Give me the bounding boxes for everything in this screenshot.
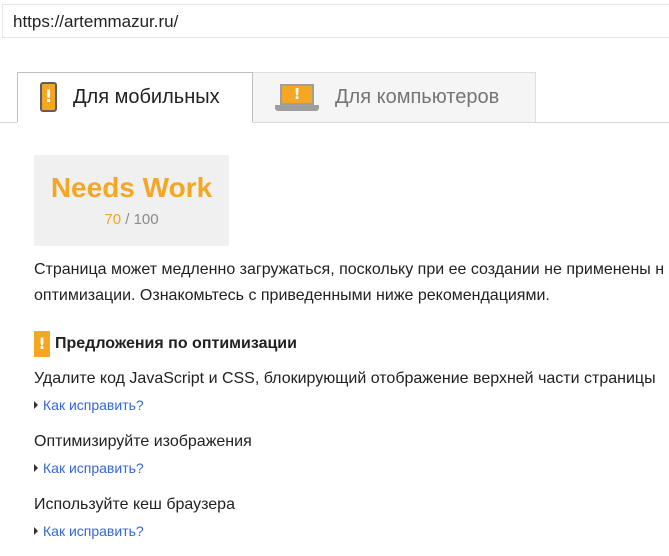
tab-mobile-label: Для мобильных [73,85,220,108]
score-card: Needs Work 70 / 100 [34,155,229,246]
suggestion-title: Используйте кеш браузера [34,496,235,513]
laptop-warning-icon: ! [275,83,319,112]
device-tabs: Для мобильных ! Для компьютеров [0,72,669,123]
how-to-fix-link[interactable]: Как исправить? [34,523,144,539]
how-to-fix-label: Как исправить? [43,523,144,539]
summary-line-2: оптимизации. Ознакомьтесь с приведенными… [34,287,550,304]
expand-triangle-icon [34,527,38,535]
score-max: / 100 [125,211,159,228]
score-value: 70 [104,211,122,228]
tab-desktop-label: Для компьютеров [335,86,500,108]
expand-triangle-icon [34,464,38,472]
tab-mobile[interactable]: Для мобильных [17,72,253,123]
how-to-fix-link[interactable]: Как исправить? [34,460,144,476]
summary-text: Страница может медленно загружаться, пос… [34,257,669,309]
how-to-fix-label: Как исправить? [43,397,144,413]
phone-warning-icon [40,82,57,112]
suggestion-title: Оптимизируйте изображения [34,433,252,450]
url-text: https://artemmazur.ru/ [13,12,179,31]
score-numbers: 70 / 100 [34,211,229,228]
tab-desktop[interactable]: ! Для компьютеров [253,72,536,123]
how-to-fix-link[interactable]: Как исправить? [34,397,144,413]
section-header: ! Предложения по оптимизации [34,331,297,357]
suggestion-title: Удалите код JavaScript и CSS, блокирующи… [34,370,656,387]
expand-triangle-icon [34,401,38,409]
summary-line-1: Страница может медленно загружаться, пос… [34,261,665,278]
section-title: Предложения по оптимизации [55,335,297,352]
address-bar[interactable]: https://artemmazur.ru/ [2,4,669,38]
score-label: Needs Work [50,172,213,203]
warning-icon: ! [34,331,50,357]
how-to-fix-label: Как исправить? [43,460,144,476]
